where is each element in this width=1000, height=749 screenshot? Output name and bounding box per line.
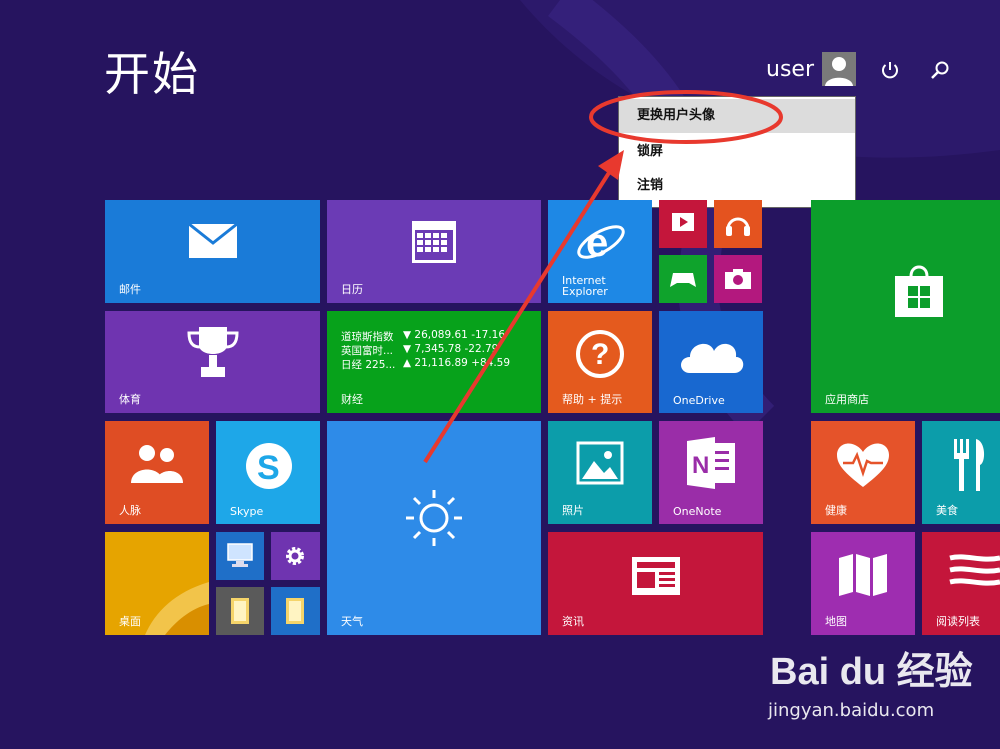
svg-text:e: e [586, 221, 608, 265]
tile-photos[interactable]: 照片 [548, 421, 652, 524]
user-menu: 更换用户头像 锁屏 注销 [618, 96, 856, 208]
tile-onenote[interactable]: N OneNote [659, 421, 763, 524]
tile-skype[interactable]: S Skype [216, 421, 320, 524]
sun-icon [406, 490, 462, 546]
reading-list-icon [949, 554, 1000, 586]
folder-icon [231, 598, 249, 624]
tile-label: 地图 [825, 615, 847, 628]
tile-help[interactable]: ? 帮助 + 提示 [548, 311, 652, 413]
tile-label: 阅读列表 [936, 615, 980, 628]
tile-food[interactable]: 美食 [922, 421, 1000, 524]
watermark: Bai du 经验 jingyan.baidu.com [760, 640, 990, 735]
camera-icon [725, 269, 751, 289]
finance-row: 道琼斯指数 ▼ 26,089.61 -17.16 [341, 329, 506, 343]
tile-label: 资讯 [562, 615, 584, 628]
tile-label: OneNote [673, 505, 722, 518]
tile-label: OneDrive [673, 394, 725, 407]
store-icon [895, 265, 943, 317]
tile-label: 天气 [341, 615, 363, 628]
menu-item-lock[interactable]: 锁屏 [619, 135, 855, 169]
tile-people[interactable]: 人脉 [105, 421, 209, 524]
map-icon [839, 554, 887, 596]
watermark-logo: Bai du 经验 [770, 651, 973, 693]
svg-text:N: N [692, 452, 709, 479]
tile-onedrive[interactable]: OneDrive [659, 311, 763, 413]
news-icon [632, 557, 680, 595]
user-avatar-icon[interactable] [822, 52, 856, 86]
tile-label: 桌面 [119, 615, 141, 628]
tile-label: 人脉 [119, 504, 141, 517]
video-icon [672, 213, 694, 231]
finance-row: 日经 225... ▲ 21,116.89 +84.59 [341, 357, 511, 371]
tile-calendar[interactable]: 日历 [327, 200, 541, 303]
fork-knife-icon [954, 439, 985, 491]
folder-icon [286, 598, 304, 624]
tile-label: 日历 [341, 283, 363, 296]
tile-reading-list[interactable]: 阅读列表 [922, 532, 1000, 635]
skype-icon: S [246, 443, 292, 489]
headphones-icon [726, 217, 750, 236]
tile-video[interactable] [659, 200, 707, 248]
trophy-icon [187, 327, 239, 377]
tile-maps[interactable]: 地图 [811, 532, 915, 635]
tile-music[interactable] [714, 200, 762, 248]
tile-label: 健康 [825, 504, 847, 517]
tile-files[interactable] [271, 587, 320, 635]
internet-explorer-icon: e [577, 221, 625, 265]
gear-icon [286, 547, 304, 565]
cloud-icon [681, 343, 744, 373]
photo-icon [576, 441, 624, 485]
tile-label: 美食 [936, 504, 958, 517]
tile-weather[interactable]: 天气 [327, 421, 541, 635]
tile-sports[interactable]: 体育 [105, 311, 320, 413]
tile-games[interactable] [659, 255, 707, 303]
computer-icon [227, 543, 253, 567]
finance-row: 英国富时... ▼ 7,345.78 -22.79 [341, 343, 499, 357]
tile-this-pc[interactable] [216, 532, 264, 580]
tile-label: 财经 [341, 393, 363, 406]
menu-item-change-avatar[interactable]: 更换用户头像 [619, 99, 855, 133]
onenote-icon: N [687, 437, 735, 489]
gamepad-icon [670, 273, 696, 287]
tile-label: 应用商店 [825, 393, 869, 406]
tile-settings[interactable] [271, 532, 320, 580]
tile-internet-explorer[interactable]: e Internet Explorer [548, 200, 652, 303]
tile-label: Internet Explorer [562, 274, 608, 298]
tile-label: 体育 [119, 393, 141, 406]
tile-store[interactable]: 应用商店 [811, 200, 1000, 413]
tile-label: 邮件 [119, 283, 141, 296]
tile-camera[interactable] [714, 255, 762, 303]
heart-icon [837, 443, 889, 487]
tile-finance[interactable]: 道琼斯指数 ▼ 26,089.61 -17.16 英国富时... ▼ 7,345.7… [327, 311, 541, 413]
page-title: 开始 [104, 47, 200, 101]
tile-news[interactable]: 资讯 [548, 532, 763, 635]
user-name[interactable]: user [766, 57, 814, 82]
tile-health[interactable]: 健康 [811, 421, 915, 524]
search-icon[interactable] [928, 58, 952, 82]
watermark-url: jingyan.baidu.com [768, 700, 935, 721]
tile-desktop[interactable]: 桌面 [105, 532, 209, 635]
tile-explorer[interactable] [216, 587, 264, 635]
menu-item-signout[interactable]: 注销 [619, 169, 855, 203]
svg-text:S: S [257, 449, 280, 487]
help-icon: ? [576, 330, 624, 378]
people-icon [131, 445, 183, 483]
tile-mail[interactable]: 邮件 [105, 200, 320, 303]
tile-label: Skype [230, 505, 264, 518]
tile-label: 帮助 + 提示 [562, 393, 623, 406]
tile-label: 照片 [562, 504, 584, 517]
svg-text:?: ? [591, 338, 609, 371]
mail-icon [188, 223, 238, 258]
power-icon[interactable] [878, 58, 902, 82]
calendar-icon [412, 221, 456, 263]
